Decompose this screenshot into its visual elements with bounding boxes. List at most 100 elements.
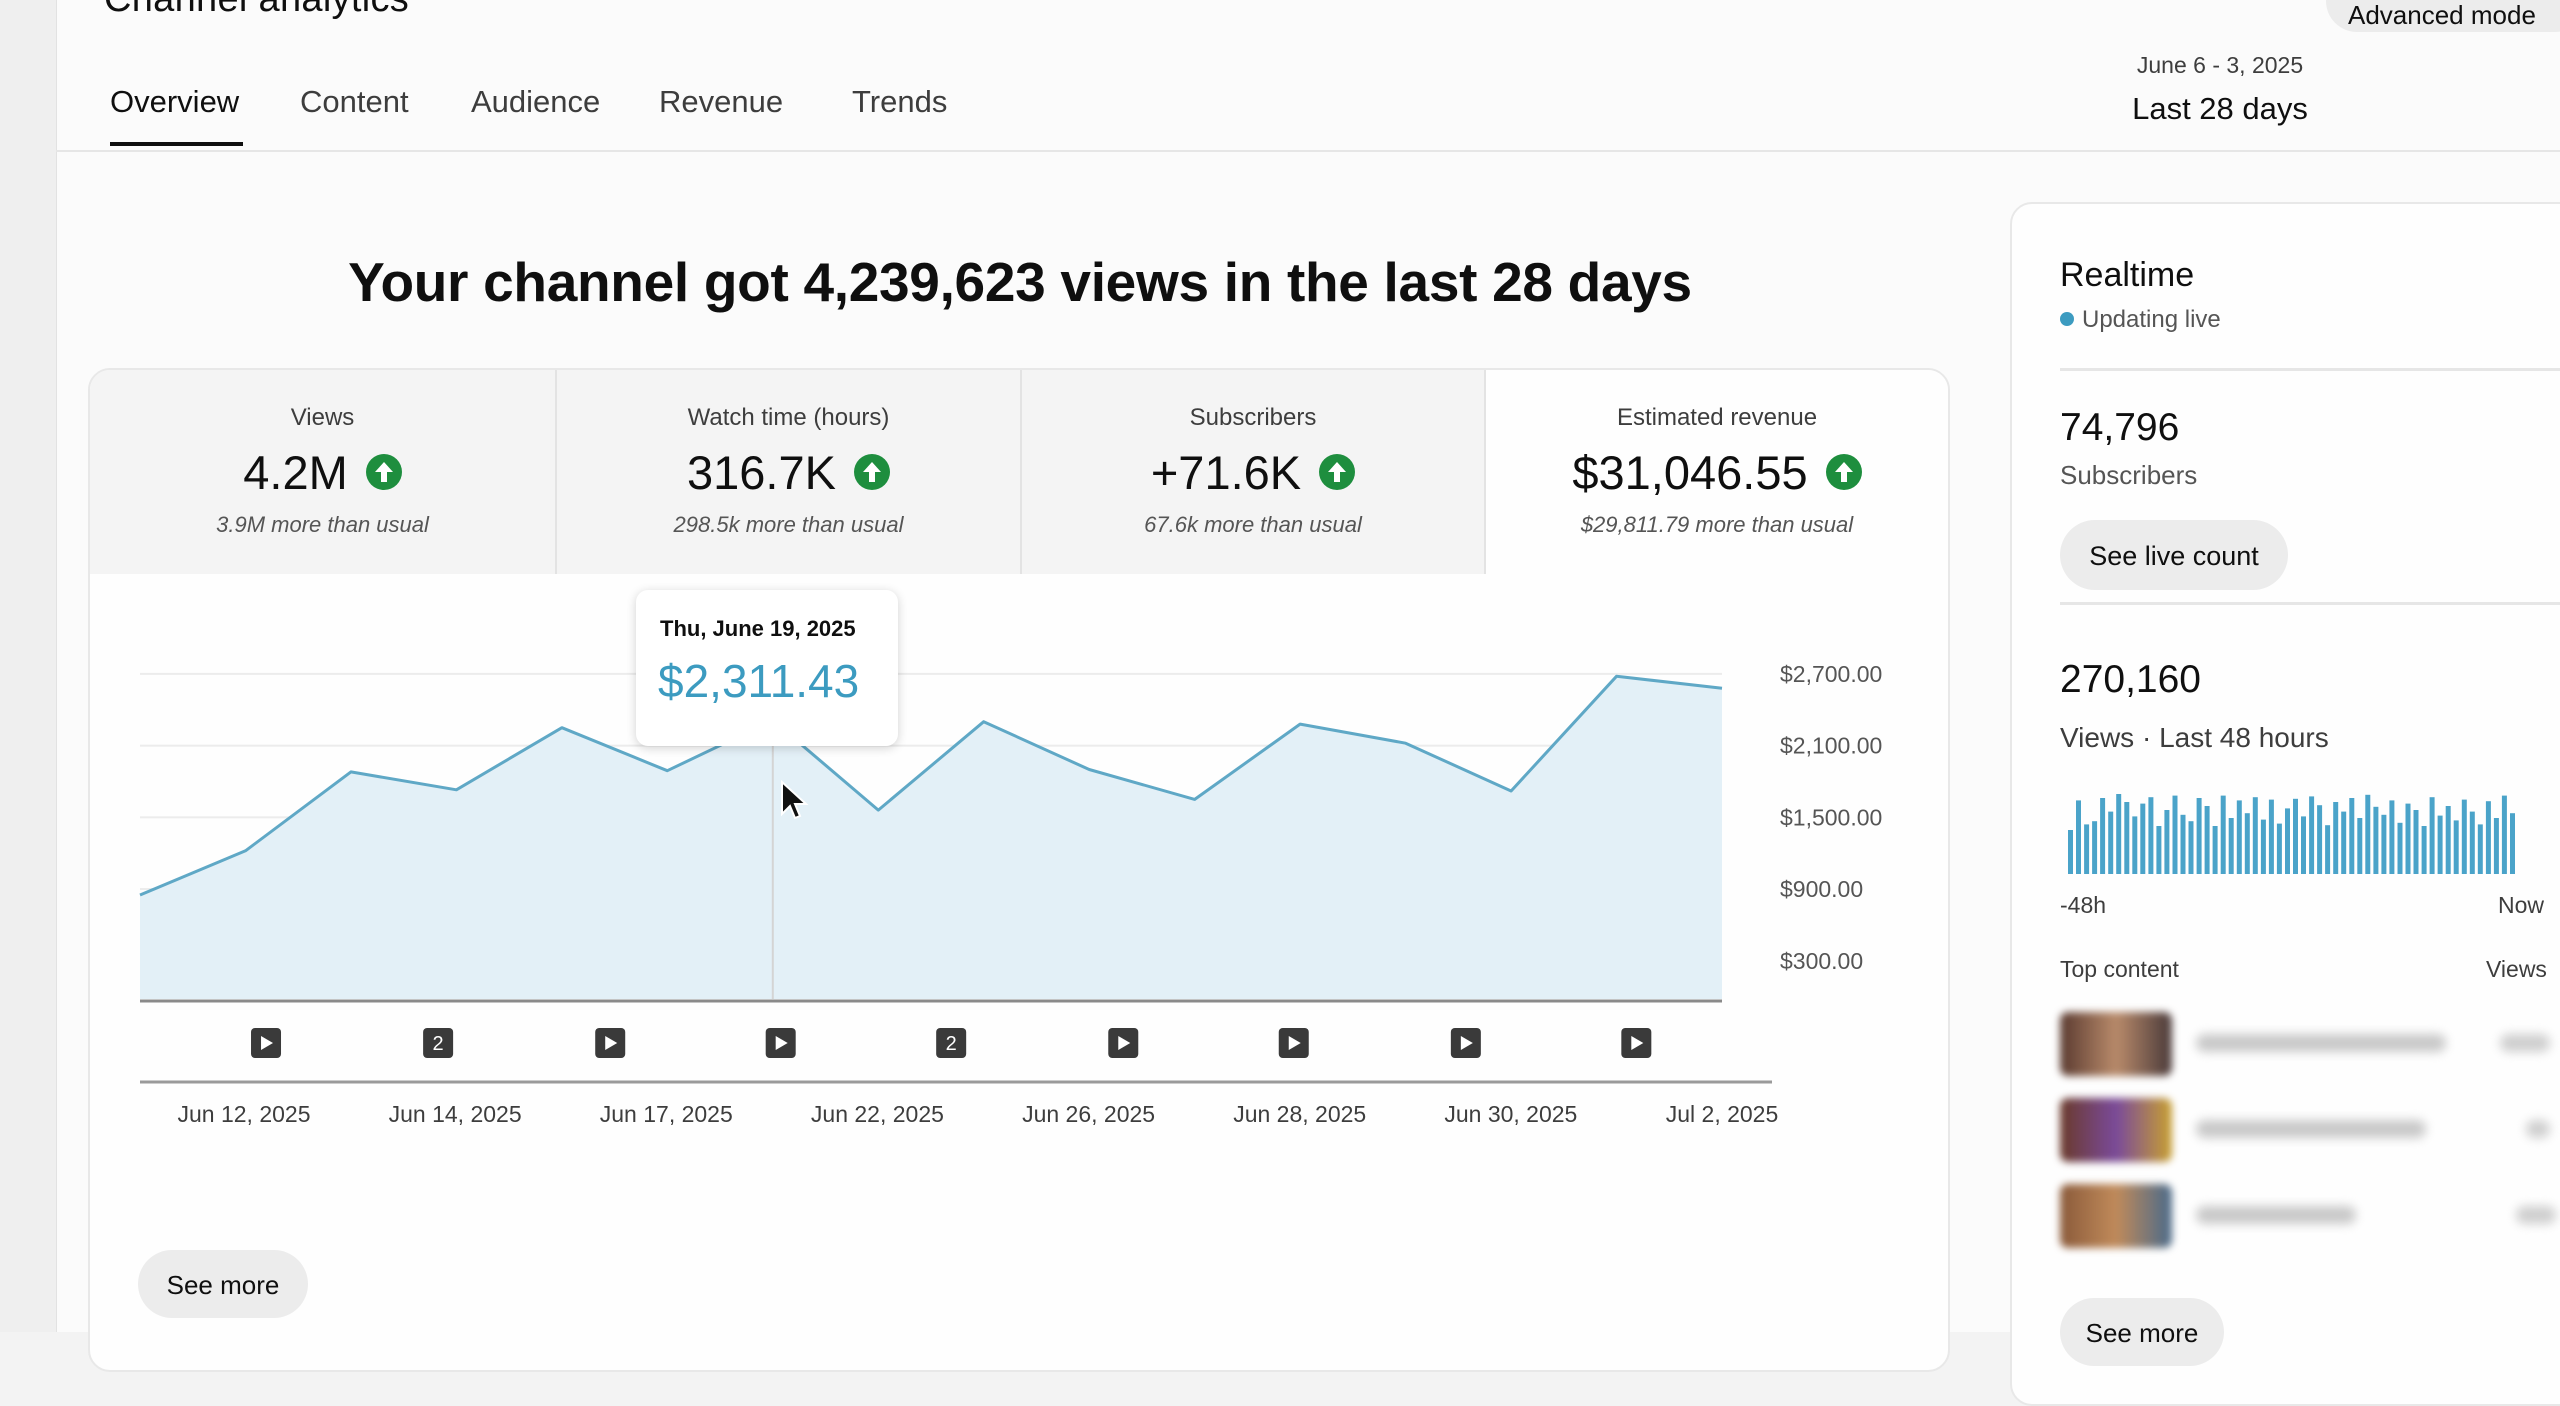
bars-start-label: -48h — [2060, 892, 2107, 918]
realtime-bar — [2236, 800, 2242, 874]
advanced-mode-label: Advanced mode — [2348, 0, 2536, 30]
realtime-bar — [2092, 821, 2098, 874]
metric-views[interactable]: Views 4.2M 3.9M more than usual — [90, 370, 555, 574]
metric-note: $29,811.79 more than usual — [1580, 512, 1854, 537]
video-title-blurred — [2196, 1120, 2426, 1138]
realtime-bar — [2413, 810, 2419, 874]
active-tab-indicator — [110, 142, 243, 146]
see-more-label: See more — [166, 1270, 280, 1300]
date-range-selector[interactable]: June 6 - 3, 2025 Last 28 days — [2090, 52, 2350, 127]
top-content-heading: Top content — [2060, 956, 2179, 982]
metric-subscribers[interactable]: Subscribers +71.6K 67.6k more than usual — [1022, 370, 1484, 574]
realtime-bar — [2084, 824, 2090, 874]
realtime-bar — [2477, 824, 2483, 874]
date-range-label: Last 28 days — [2132, 91, 2308, 126]
realtime-bar — [2437, 815, 2443, 874]
top-content-item[interactable] — [2060, 1098, 2560, 1168]
realtime-bar — [2260, 819, 2266, 874]
realtime-bar — [2276, 823, 2282, 874]
top-content-item[interactable] — [2060, 1012, 2560, 1082]
realtime-see-more-button[interactable]: See more — [2060, 1298, 2224, 1366]
tab-audience[interactable]: Audience — [471, 84, 600, 120]
up-arrow-icon — [1825, 454, 1862, 490]
realtime-bar — [2108, 811, 2114, 874]
overview-chart-card: Views 4.2M 3.9M more than usual Watch ti… — [88, 368, 1950, 1372]
realtime-bar — [2325, 825, 2331, 874]
y-tick-label: $900.00 — [1780, 876, 1863, 902]
see-more-button[interactable]: See more — [138, 1250, 308, 1318]
realtime-bar — [2301, 816, 2306, 874]
realtime-bar — [2164, 810, 2170, 874]
realtime-bar — [2156, 826, 2162, 874]
video-publish-marker-icon[interactable] — [595, 1028, 626, 1058]
advanced-mode-button[interactable]: Advanced mode — [2326, 0, 2560, 32]
realtime-status: Updating live — [2060, 306, 2221, 334]
divider — [2060, 602, 2560, 605]
x-tick-label: Jun 22, 2025 — [811, 1101, 944, 1127]
tab-divider — [56, 150, 2560, 152]
up-arrow-icon — [853, 454, 890, 490]
realtime-bar — [2421, 826, 2427, 874]
mouse-cursor-icon — [781, 780, 809, 820]
realtime-see-more-label: See more — [2085, 1318, 2199, 1348]
date-range-dates: June 6 - 3, 2025 — [2136, 52, 2304, 78]
video-publish-marker-icon[interactable] — [1278, 1028, 1309, 1058]
tab-content[interactable]: Content — [300, 84, 409, 120]
tab-trends[interactable]: Trends — [852, 84, 947, 120]
video-publish-marker-icon[interactable] — [1108, 1028, 1139, 1058]
video-publish-marker-icon[interactable] — [765, 1028, 796, 1058]
video-publish-marker-icon[interactable] — [1621, 1028, 1652, 1058]
see-live-count-label: See live count — [2089, 541, 2259, 571]
metric-value: $31,046.55 — [1572, 445, 1808, 499]
realtime-bar — [2501, 795, 2507, 874]
metric-estimated-revenue[interactable]: Estimated revenue $31,046.55 $29,811.79 … — [1486, 370, 1948, 574]
video-group-marker[interactable]: 2 — [936, 1028, 967, 1058]
top-content-item[interactable] — [2060, 1184, 2560, 1254]
realtime-views-bar-chart[interactable] — [2068, 794, 2518, 874]
realtime-bar — [2317, 805, 2323, 874]
realtime-bar — [2140, 803, 2146, 874]
x-tick-label: Jun 26, 2025 — [1022, 1101, 1155, 1127]
realtime-bar — [2228, 818, 2234, 874]
top-content-views-heading: Views — [2486, 956, 2547, 982]
chart-tooltip: Thu, June 19, 2025 $2,311.43 — [636, 590, 898, 746]
video-publish-marker-icon[interactable] — [1450, 1028, 1481, 1058]
see-live-count-button[interactable]: See live count — [2060, 520, 2288, 590]
realtime-bar — [2124, 802, 2130, 874]
realtime-bar — [2341, 811, 2347, 874]
tooltip-date: Thu, June 19, 2025 — [660, 616, 856, 641]
realtime-bar — [2068, 830, 2073, 874]
revenue-line-chart[interactable]: $2,700.00 $2,100.00 $1,500.00 $900.00 $300.0… — [90, 574, 1948, 1204]
x-tick-label: Jun 30, 2025 — [1444, 1101, 1577, 1127]
video-title-blurred — [2196, 1034, 2446, 1052]
realtime-bar — [2373, 806, 2379, 874]
bars-end-label: Now — [2498, 892, 2545, 918]
realtime-bar — [2510, 813, 2515, 874]
tab-overview[interactable]: Overview — [110, 84, 239, 120]
realtime-bar — [2116, 794, 2122, 874]
metric-value: +71.6K — [1150, 445, 1302, 499]
metric-label: Subscribers — [1189, 404, 1317, 431]
realtime-bar — [2100, 798, 2106, 874]
live-dot-icon — [2060, 312, 2074, 326]
realtime-status-label: Updating live — [2082, 306, 2221, 333]
realtime-bar — [2212, 826, 2218, 874]
y-tick-label: $2,700.00 — [1780, 661, 1882, 687]
left-sidebar-edge — [0, 0, 56, 1332]
y-tick-label: $300.00 — [1780, 948, 1863, 974]
metric-note: 298.5k more than usual — [673, 512, 904, 537]
page-title: Channel analytics — [104, 0, 409, 21]
metric-note: 3.9M more than usual — [216, 512, 429, 537]
video-publish-marker-icon[interactable] — [251, 1028, 282, 1058]
realtime-bar — [2293, 798, 2298, 874]
realtime-bar — [2220, 795, 2226, 874]
realtime-bar — [2349, 798, 2355, 874]
metric-label: Views — [290, 404, 355, 431]
divider — [2060, 368, 2560, 371]
metric-watch-time[interactable]: Watch time (hours) 316.7K 298.5k more th… — [557, 370, 1020, 574]
realtime-bar — [2381, 814, 2387, 874]
video-thumbnail — [2060, 1012, 2172, 1076]
up-arrow-icon — [365, 454, 402, 490]
video-group-marker[interactable]: 2 — [423, 1028, 454, 1058]
tab-revenue[interactable]: Revenue — [659, 84, 783, 120]
